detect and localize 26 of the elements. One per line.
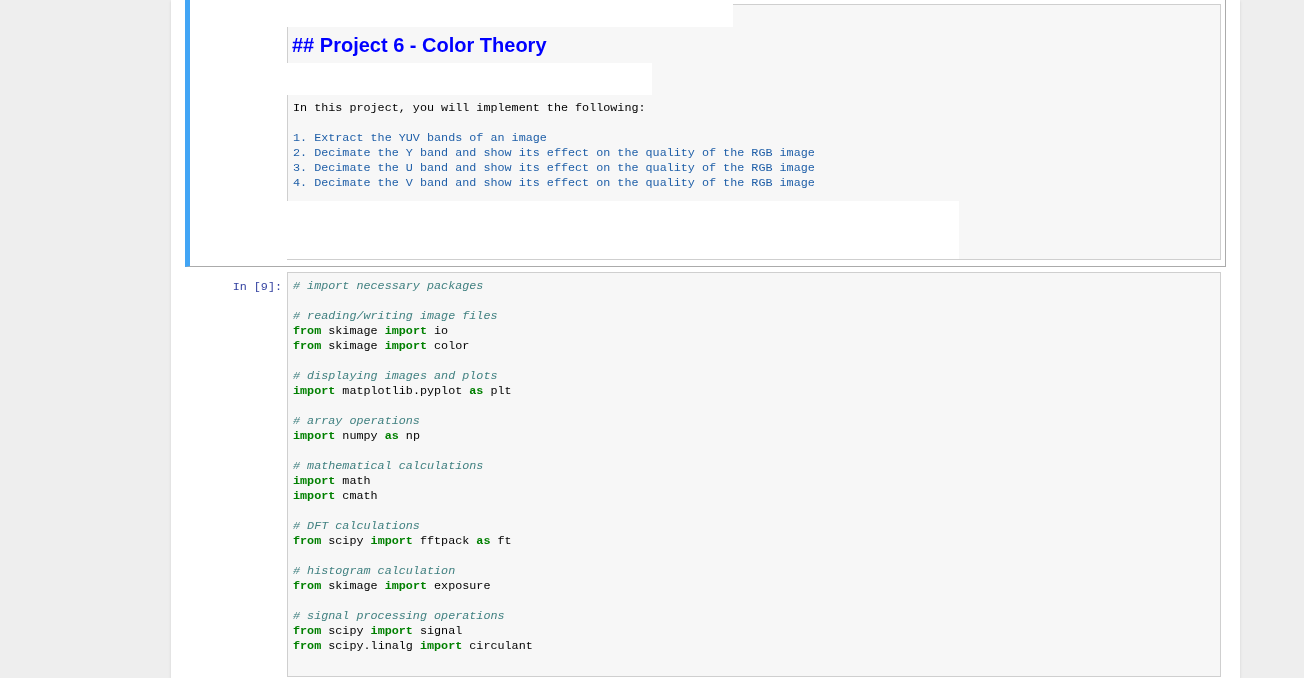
code-comment: # reading/writing image files	[293, 309, 498, 324]
code-comment: # mathematical calculations	[293, 459, 484, 474]
code-line: from skimage import io	[293, 324, 449, 339]
code-comment: # signal processing operations	[293, 609, 505, 624]
markdown-cell[interactable]	[185, 0, 1226, 267]
code-comment: # displaying images and plots	[293, 369, 498, 384]
list-item: 3. Decimate the U band and show its effect on the quality of the RGB image	[293, 161, 815, 176]
code-comment: # DFT calculations	[293, 519, 420, 534]
intro-text: In this project, you will implement the following:	[293, 101, 646, 116]
code-line: import matplotlib.pyplot as plt	[293, 384, 512, 399]
code-line: from skimage import color	[293, 339, 470, 354]
code-line: from scipy.linalg import circulant	[293, 639, 533, 654]
list-item: 4. Decimate the V band and show its effect on the quality of the RGB image	[293, 176, 815, 191]
code-line: from scipy import signal	[293, 624, 463, 639]
list-item: 1. Extract the YUV bands of an image	[293, 131, 547, 146]
code-line: from skimage import exposure	[293, 579, 491, 594]
code-line: from scipy import fftpack as ft	[293, 534, 512, 549]
code-line: import math	[293, 474, 371, 489]
code-comment: # import necessary packages	[293, 279, 484, 294]
code-line: import numpy as np	[293, 429, 420, 444]
code-comment: # histogram calculation	[293, 564, 456, 579]
code-comment: # array operations	[293, 414, 420, 429]
list-item: 2. Decimate the Y band and show its effect on the quality of the RGB image	[293, 146, 815, 161]
code-line: import cmath	[293, 489, 378, 504]
cell-prompt: In [9]:	[232, 280, 282, 296]
markdown-heading: ## Project 6 - Color Theory	[292, 33, 547, 58]
